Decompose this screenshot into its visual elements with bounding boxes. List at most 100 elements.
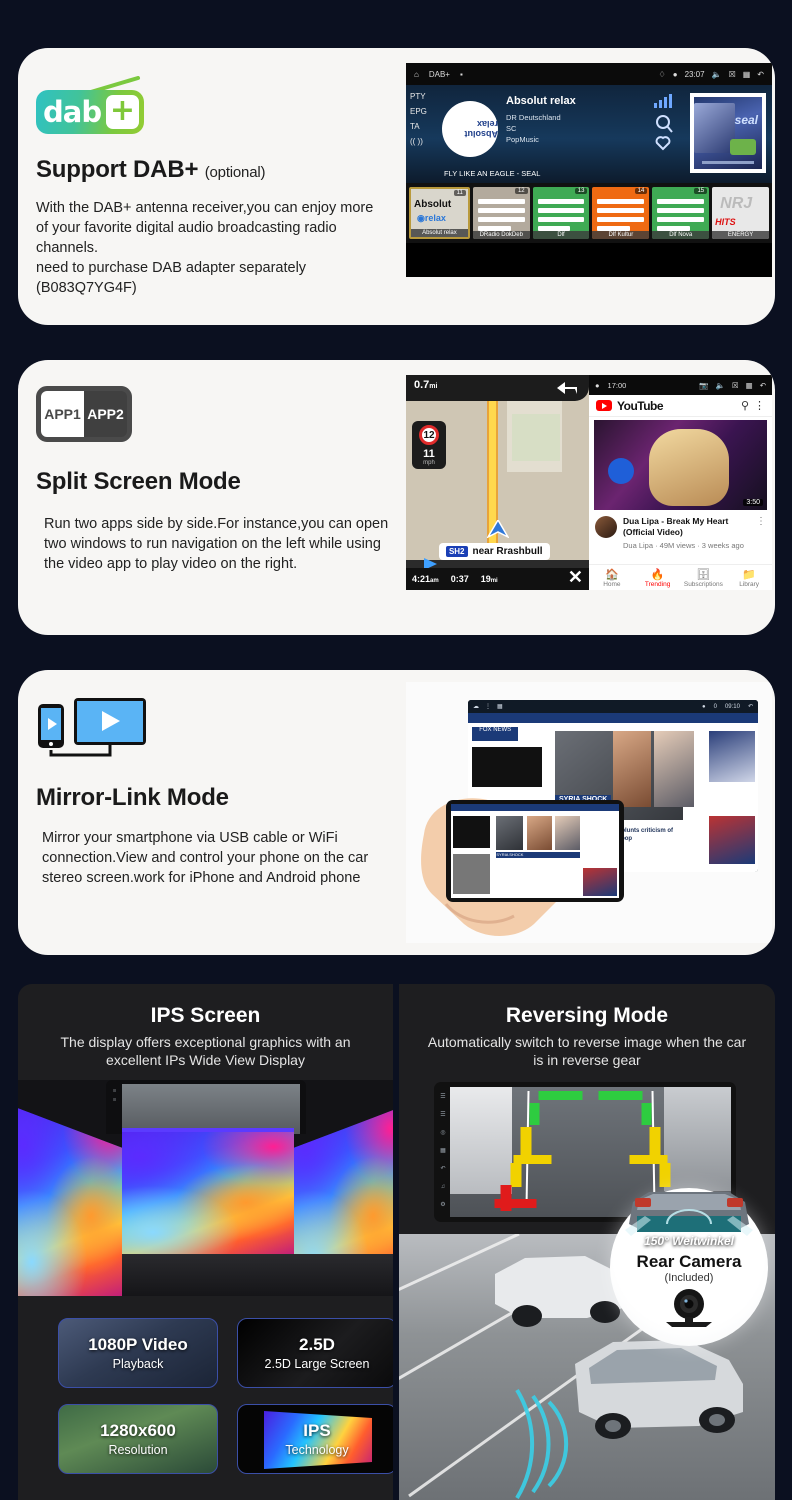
volume-icon[interactable]: 🔈 — [716, 381, 725, 390]
epg-button[interactable]: EPG — [410, 104, 427, 119]
split-close-button[interactable]: ✕ — [568, 567, 583, 588]
station-logo-disc: Absolut relax — [442, 101, 498, 157]
youtube-video-title[interactable]: Dua Lipa - Break My Heart (Official Vide… — [623, 516, 750, 538]
notification-count: 0 — [713, 703, 717, 710]
feature-card-split-screen: APP1 APP2 Split Screen Mode Run two apps… — [18, 360, 775, 635]
menu-icon[interactable]: ⋮ — [485, 703, 491, 710]
navigation-pane[interactable]: 0.7mi 12 11 mph SH2 near Rrashbull 4:21a… — [406, 375, 589, 590]
phone-screen: SYRIA SHOCK — [451, 804, 619, 898]
ips-wall-left — [18, 1106, 122, 1296]
preset-label: Dlf Nova — [652, 231, 710, 239]
tile-25d-title: 2.5D — [299, 1335, 335, 1354]
rear-camera-subtitle: (Included) — [664, 1272, 714, 1284]
youtube-statusbar: ● 17:00 📷 🔈 ☒ ▦ ↶ — [589, 375, 772, 395]
ips-subtitle: The display offers exceptional graphics … — [60, 1034, 351, 1069]
panel-ips-screen: IPS Screen The display offers exceptiona… — [18, 984, 393, 1500]
home-icon[interactable]: ☁ — [473, 703, 479, 710]
smartphone-mirroring[interactable]: SYRIA SHOCK — [446, 800, 624, 902]
dab-action-icons[interactable] — [652, 93, 676, 160]
antenna-button[interactable]: (( )) — [410, 134, 427, 149]
dab-side-menu[interactable]: PTY EPG TA (( )) — [410, 89, 427, 149]
preset-label: Absolut relax — [411, 229, 468, 237]
window-icon[interactable]: ▪ — [460, 70, 463, 79]
mute-icon[interactable]: ☒ — [732, 381, 739, 390]
nav-street-label: SH2 near Rrashbull — [438, 543, 550, 560]
signal-search-fav-icons[interactable] — [652, 93, 676, 155]
back-icon[interactable]: ↶ — [757, 70, 764, 79]
split-description: Run two apps side by side.For instance,y… — [44, 516, 389, 572]
dab-plus-logo-icon: dab + — [36, 74, 146, 136]
search-icon[interactable]: ⚲ — [741, 399, 749, 412]
home-icon[interactable]: ⌂ — [414, 70, 419, 79]
ips-wall-center — [122, 1132, 294, 1254]
youtube-video-stats: Dua Lipa · 49M views · 3 weeks ago — [623, 541, 744, 550]
car-rear-illustration: 150° Weitwinkel — [623, 1190, 755, 1248]
youtube-brand: YouTube — [617, 398, 664, 413]
back-icon[interactable]: ↶ — [760, 381, 766, 390]
tile-resolution-title: 1280x600 — [100, 1421, 176, 1440]
youtube-bottom-nav[interactable]: 🏠 Home 🔥 Trending 🗄 Subscriptions 📁 Library — [589, 564, 772, 590]
dab-preset-tile[interactable]: 13 Dlf — [532, 187, 590, 239]
dab-preset-tile[interactable]: NRJ HITS ENERGY — [712, 187, 769, 239]
phone-to-screen-icon — [38, 698, 146, 757]
ips-title: IPS Screen — [150, 1004, 261, 1027]
dab-preset-list[interactable]: 11 Absolut ◉relax Absolut relax 12 DRadi… — [406, 183, 772, 243]
nav-eta-unit: am — [430, 578, 439, 584]
mute-icon[interactable]: ☒ — [729, 70, 736, 79]
product-feature-page: dab + Support DAB+ (optional) With the D… — [0, 0, 792, 1500]
youtube-status-time: 17:00 — [607, 380, 627, 390]
mirror-link-photo: ☁ ⋮ ▦ ● 0 09:10 ↶ FOX NEWS blunts critic… — [406, 682, 772, 943]
recents-icon[interactable]: ▦ — [746, 381, 753, 390]
split-icon-app1-label: APP1 — [41, 391, 84, 437]
speed-unit: mph — [423, 460, 435, 466]
pty-button[interactable]: PTY — [410, 89, 427, 104]
dab-now-playing-area: PTY EPG TA (( )) Absolut relax Absolut r… — [406, 85, 772, 183]
preset-number: 11 — [453, 190, 466, 196]
bluetooth-icon: ♢ — [658, 69, 666, 79]
nav-street-badge: SH2 — [445, 546, 468, 557]
tab-home[interactable]: 🏠 Home — [589, 565, 635, 590]
tab-trending[interactable]: 🔥 Trending — [635, 565, 681, 590]
youtube-video-thumbnail[interactable]: 3:50 — [594, 420, 767, 510]
nav-street-name: near Rrashbull — [472, 546, 543, 557]
tab-library[interactable]: 📁 Library — [726, 565, 772, 590]
dab-station-name: Absolut relax — [506, 95, 576, 107]
youtube-video-duration: 3:50 — [743, 499, 763, 506]
video-overflow-icon[interactable]: ⋮ — [756, 516, 766, 550]
tile-ips-technology: IPS Technology — [237, 1404, 393, 1474]
youtube-pane[interactable]: ● 17:00 📷 🔈 ☒ ▦ ↶ YouTube ⚲ ⋮ 3:50 Dua L… — [589, 375, 772, 590]
back-icon[interactable]: ↶ — [748, 703, 753, 710]
news-brand: FOX NEWS — [472, 727, 519, 741]
dab-preset-tile[interactable]: 15 Dlf Nova — [652, 187, 710, 239]
current-speed-value: 11 — [423, 448, 435, 460]
overflow-menu-icon[interactable]: ⋮ — [754, 399, 765, 412]
speed-limit-value: 12 — [419, 425, 439, 445]
youtube-appbar: YouTube ⚲ ⋮ — [589, 395, 772, 417]
reversing-title: Reversing Mode — [505, 1004, 669, 1027]
preset-label: DRadio DokDeb — [472, 231, 530, 239]
tab-subscriptions[interactable]: 🗄 Subscriptions — [681, 565, 727, 590]
tab-trending-label: Trending — [644, 581, 671, 588]
screenshot-icon[interactable]: 📷 — [699, 381, 708, 390]
nav-progress-bar[interactable] — [406, 558, 589, 570]
channel-avatar[interactable] — [595, 516, 617, 538]
split-title: Split Screen Mode — [36, 468, 241, 495]
youtube-logo-icon — [596, 400, 612, 411]
location-icon: ● — [672, 69, 678, 79]
news-navbar[interactable] — [468, 713, 758, 723]
dab-preset-tile[interactable]: 11 Absolut ◉relax Absolut relax — [409, 187, 470, 239]
preset-number: 13 — [574, 188, 588, 194]
split-screen-icon: APP1 APP2 — [36, 386, 132, 442]
volume-icon[interactable]: 🔈 — [712, 70, 722, 79]
recents-icon[interactable]: ▦ — [743, 70, 751, 79]
ta-button[interactable]: TA — [410, 119, 427, 134]
flame-icon: 🔥 — [650, 569, 665, 581]
dab-preset-tile[interactable]: 14 Dlf Kultur — [592, 187, 650, 239]
location-icon: ● — [595, 380, 600, 390]
apps-icon[interactable]: ▦ — [497, 703, 503, 710]
dab-title-suffix: (optional) — [204, 164, 266, 181]
preset-number: 14 — [634, 188, 648, 194]
reversing-side-icons[interactable]: ☰ ☰ ◎ ▦ ↶ ♫ ⚙ — [437, 1088, 449, 1216]
dab-preset-tile[interactable]: 12 DRadio DokDeb — [472, 187, 530, 239]
feature-card-dab: dab + Support DAB+ (optional) With the D… — [18, 48, 775, 325]
